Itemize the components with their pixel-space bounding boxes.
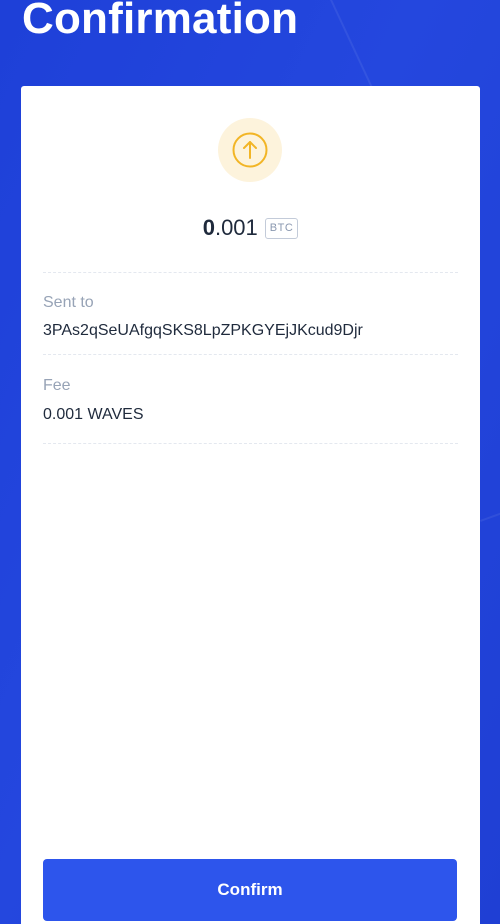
confirm-button[interactable]: Confirm — [43, 859, 457, 921]
confirmation-card: 0.001 BTC Sent to 3PAs2qSeUAfgqSKS8LpZPK… — [21, 86, 480, 924]
sent-to-address: 3PAs2qSeUAfgqSKS8LpZPKGYEjJKcud9Djr — [43, 322, 363, 339]
amount-value: 0.001 — [203, 215, 258, 241]
page-title: Confirmation — [22, 0, 299, 43]
sent-to-label: Sent to — [43, 294, 94, 311]
arrow-up-icon — [232, 132, 268, 168]
divider — [43, 443, 458, 444]
send-icon — [218, 118, 282, 182]
ticker-badge: BTC — [264, 217, 299, 239]
divider — [43, 272, 458, 273]
fee-label: Fee — [43, 377, 71, 394]
amount-integer: 0 — [202, 215, 215, 240]
amount-row: 0.001 BTC — [21, 214, 480, 242]
amount-fraction: .001 — [214, 215, 258, 240]
divider — [43, 354, 458, 355]
background-decoration — [480, 506, 500, 522]
fee-value: 0.001 WAVES — [43, 406, 144, 423]
